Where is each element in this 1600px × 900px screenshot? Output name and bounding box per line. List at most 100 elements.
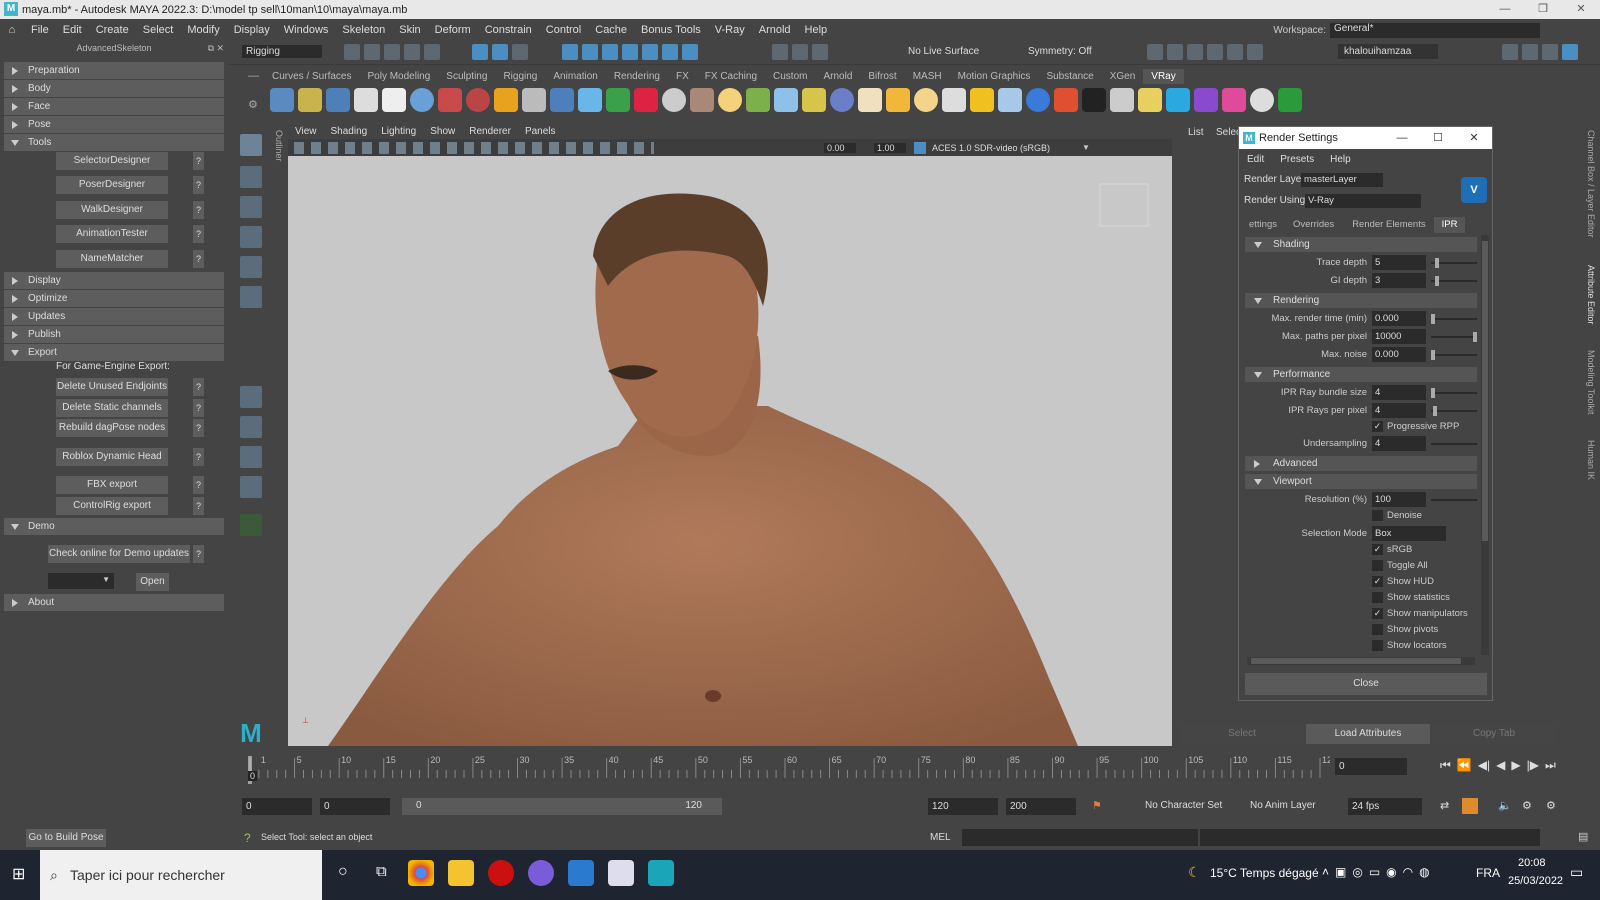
max-paths-slider[interactable]: [1431, 336, 1477, 338]
vray-tool-icon[interactable]: [466, 88, 490, 112]
max-time-field[interactable]: 0.000: [1372, 311, 1426, 326]
name-matcher-button[interactable]: NameMatcher: [56, 250, 168, 268]
section-body[interactable]: Body: [4, 80, 224, 97]
gi-depth-field[interactable]: 3: [1372, 273, 1426, 288]
menu-help[interactable]: Help: [798, 24, 835, 36]
viewport-menu-show[interactable]: Show: [423, 124, 462, 139]
single-layout-icon[interactable]: [240, 386, 262, 408]
menu-windows[interactable]: Windows: [277, 24, 336, 36]
gamma-field[interactable]: 1.00: [874, 142, 906, 153]
vray-tool-icon[interactable]: [662, 88, 686, 112]
select-component-icon[interactable]: [512, 44, 528, 60]
shelf-options-icon[interactable]: —: [248, 70, 259, 82]
demo-select[interactable]: ▼: [48, 573, 114, 589]
notification-icon[interactable]: ▭: [1570, 864, 1583, 881]
selector-designer-button[interactable]: SelectorDesigner: [56, 152, 168, 170]
slider-knob[interactable]: [1435, 276, 1439, 286]
help-button[interactable]: ?: [193, 545, 204, 563]
section-rendering[interactable]: Rendering: [1245, 293, 1477, 308]
menu-bonus-tools[interactable]: Bonus Tools: [634, 24, 708, 36]
chrome-icon[interactable]: [408, 860, 434, 886]
srgb-checkbox[interactable]: [1372, 544, 1383, 555]
close-button[interactable]: ✕: [1562, 0, 1600, 19]
vray-tool-icon[interactable]: [270, 88, 294, 112]
shelf-tab-substance[interactable]: Substance: [1038, 69, 1101, 84]
shelf-tab-custom[interactable]: Custom: [765, 69, 815, 84]
select-hierarchy-icon[interactable]: [472, 44, 488, 60]
slider-knob[interactable]: [1433, 406, 1437, 416]
pause-icon[interactable]: [1247, 44, 1263, 60]
render-frame-icon[interactable]: [1167, 44, 1183, 60]
shelf-tab-curves[interactable]: Curves / Surfaces: [264, 69, 359, 84]
task-view-icon[interactable]: ⧉: [376, 863, 387, 880]
human-ik-tab[interactable]: Human IK: [1586, 440, 1596, 490]
minimize-button[interactable]: —: [1486, 0, 1524, 19]
play-back-icon[interactable]: ◀: [1496, 758, 1505, 773]
end-time-field[interactable]: 200: [1006, 798, 1076, 815]
resolution-field[interactable]: 100: [1372, 492, 1426, 507]
vray-tool-icon[interactable]: [326, 88, 350, 112]
channel-box-icon[interactable]: [1562, 44, 1578, 60]
weather-text[interactable]: 15°C Temps dégagé: [1210, 866, 1319, 880]
render-using-select[interactable]: V-Ray: [1305, 194, 1421, 208]
close-button[interactable]: Close: [1245, 673, 1487, 695]
section-demo[interactable]: Demo: [4, 518, 224, 535]
scrollbar-thumb[interactable]: [1251, 658, 1461, 664]
vray-tool-icon[interactable]: [746, 88, 770, 112]
snap-surface-icon[interactable]: [642, 44, 658, 60]
rays-field[interactable]: 4: [1372, 403, 1426, 418]
slider-knob[interactable]: [1473, 332, 1477, 342]
snap-grid-icon[interactable]: [562, 44, 578, 60]
photos-icon[interactable]: [568, 860, 594, 886]
current-frame-marker[interactable]: 0: [248, 771, 258, 781]
menu-cache[interactable]: Cache: [588, 24, 634, 36]
shelf-tab-rigging[interactable]: Rigging: [495, 69, 545, 84]
new-scene-icon[interactable]: [344, 44, 360, 60]
go-to-end-icon[interactable]: ⏭: [1545, 758, 1556, 773]
current-frame-field[interactable]: 0: [1335, 758, 1407, 775]
close-window-button[interactable]: ✕: [1456, 127, 1492, 149]
open-button[interactable]: Open: [136, 573, 169, 591]
menu-control[interactable]: Control: [539, 24, 588, 36]
step-forward-icon[interactable]: |▶: [1527, 758, 1539, 773]
help-button[interactable]: ?: [193, 476, 204, 494]
tab-overrides[interactable]: Overrides: [1283, 217, 1344, 233]
shelf-tab-motion-graphics[interactable]: Motion Graphics: [950, 69, 1039, 84]
go-to-build-pose-button[interactable]: Go to Build Pose: [26, 829, 106, 847]
selection-mode-select[interactable]: Box: [1372, 526, 1446, 541]
shelf-tab-bifrost[interactable]: Bifrost: [860, 69, 904, 84]
key-icon[interactable]: [1462, 798, 1478, 814]
character-set-select[interactable]: No Character Set: [1145, 800, 1222, 811]
render-layer-select[interactable]: masterLayer: [1301, 173, 1383, 187]
show-locators-checkbox[interactable]: [1372, 640, 1383, 651]
progressive-rpp-checkbox[interactable]: [1372, 421, 1383, 432]
panel-close-icon[interactable]: ✕: [216, 41, 224, 56]
slider-knob[interactable]: [1431, 388, 1435, 398]
undo-icon[interactable]: [404, 44, 420, 60]
vray-tool-icon[interactable]: [858, 88, 882, 112]
vray-tool-icon[interactable]: [886, 88, 910, 112]
menu-modify[interactable]: Modify: [180, 24, 226, 36]
shelf-tab-arnold[interactable]: Arnold: [815, 69, 860, 84]
undersampling-field[interactable]: 4: [1372, 436, 1426, 451]
vray-tool-icon[interactable]: [942, 88, 966, 112]
open-scene-icon[interactable]: [364, 44, 380, 60]
playback-end-field[interactable]: 120: [928, 798, 998, 815]
walk-designer-button[interactable]: WalkDesigner: [56, 201, 168, 219]
help-button[interactable]: ?: [193, 497, 204, 515]
scrollbar-thumb[interactable]: [1482, 241, 1488, 541]
windows-start-icon[interactable]: ⊞: [12, 864, 25, 884]
vray-tool-icon[interactable]: [634, 88, 658, 112]
loop-icon[interactable]: ⇄: [1440, 799, 1449, 812]
vray-tool-icon[interactable]: [802, 88, 826, 112]
vray-tool-icon[interactable]: [1138, 88, 1162, 112]
slider-knob[interactable]: [1431, 350, 1435, 360]
save-scene-icon[interactable]: [384, 44, 400, 60]
ipr-render-icon[interactable]: [1187, 44, 1203, 60]
prefs-icon[interactable]: ⚙: [1522, 799, 1532, 812]
animation-tester-button[interactable]: AnimationTester: [56, 225, 168, 243]
vray-tool-icon[interactable]: [354, 88, 378, 112]
denoise-checkbox[interactable]: [1372, 510, 1383, 521]
resolution-slider[interactable]: [1431, 499, 1477, 501]
shelf-tab-fx[interactable]: FX: [668, 69, 697, 84]
